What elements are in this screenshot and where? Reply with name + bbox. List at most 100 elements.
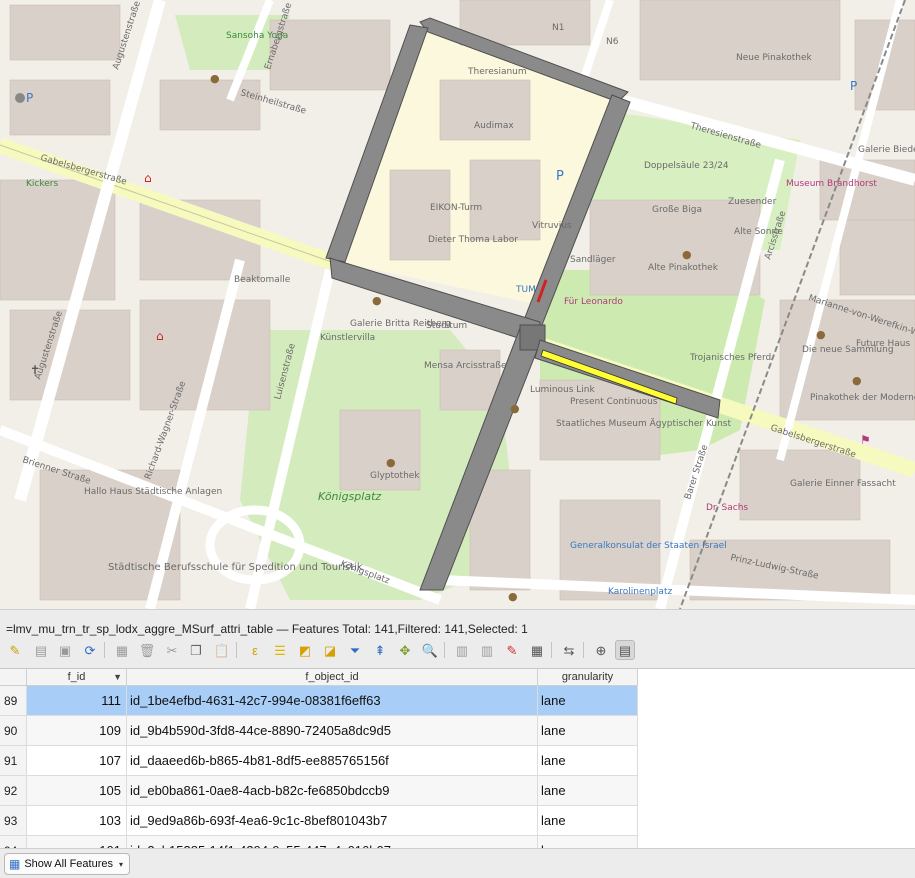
- cell-f-object-id[interactable]: id_9ed9a86b-693f-4ea6-9c1c-8bef801043b7: [127, 806, 538, 836]
- map-label-sandaeger: Sandläger: [570, 255, 616, 265]
- svg-text:●: ●: [510, 402, 520, 415]
- column-header-granularity-label: granularity: [561, 671, 614, 683]
- svg-text:✝: ✝: [30, 363, 40, 377]
- cell-granularity[interactable]: lane: [538, 776, 638, 806]
- reload-icon[interactable]: ⟳: [80, 640, 100, 660]
- pencil-icon[interactable]: ✎: [5, 640, 25, 660]
- table-row[interactable]: 89 111 id_1be4efbd-4631-42c7-994e-08381f…: [0, 686, 915, 716]
- row-number[interactable]: 93: [0, 806, 27, 836]
- column-header-f-id[interactable]: f_id ▼: [27, 669, 127, 686]
- svg-text:⌂: ⌂: [144, 171, 152, 185]
- map-label-kickers: Kickers: [26, 179, 58, 189]
- copy-icon[interactable]: ❐: [186, 640, 206, 660]
- move-to-top-icon[interactable]: ⇞: [370, 640, 390, 660]
- map-label-theresianum: Theresianum: [467, 67, 527, 77]
- conditional-format-icon[interactable]: ▦: [527, 640, 547, 660]
- map-label-kunstlervilla: Künstlervilla: [320, 333, 375, 343]
- svg-text:●: ●: [816, 328, 826, 341]
- map-label-galerie-einner: Galerie Einner Fassacht: [790, 479, 896, 489]
- form-view-icon[interactable]: ▤: [615, 640, 635, 660]
- svg-text:P: P: [26, 91, 33, 105]
- map-label-museum: Staatliches Museum Ägyptischer Kunst: [556, 418, 731, 429]
- map-label-biedermeier: Galerie Biedermeier: [858, 145, 915, 155]
- expression-select-icon[interactable]: ε: [245, 640, 265, 660]
- cell-granularity[interactable]: lane: [538, 686, 638, 716]
- map-label-hallo: Hallo Haus Städtische Anlagen: [84, 487, 222, 497]
- new-field-icon[interactable]: ▥: [452, 640, 472, 660]
- status-bar: ▦ Show All Features ▾: [0, 848, 915, 878]
- row-number[interactable]: 92: [0, 776, 27, 806]
- attribute-table-toolbar: ✎ ▤ ▣ ⟳ ▦ 🗑 ✂ ❐ 📋 ε ☰ ◩ ◪ ⏷ ⇞ ✥ 🔍 ▥ ▥ ✎ …: [0, 636, 915, 666]
- column-header-f-object-id-label: f_object_id: [305, 671, 359, 683]
- attribute-table: f_id ▼ f_object_id granularity 89 111 id…: [0, 668, 915, 849]
- row-number[interactable]: 91: [0, 746, 27, 776]
- map-label-audimax: Audimax: [474, 121, 514, 131]
- svg-text:●: ●: [372, 294, 382, 307]
- actions-icon[interactable]: ⇆: [559, 640, 579, 660]
- deselect-icon[interactable]: ◪: [320, 640, 340, 660]
- map-label-vitruvius: Vitruvius: [532, 221, 572, 231]
- cell-granularity[interactable]: lane: [538, 746, 638, 776]
- filter-icon[interactable]: ⏷: [345, 640, 365, 660]
- map-label-present: Present Continuous: [570, 397, 658, 407]
- map-label-zuesender: Zuesender: [728, 197, 777, 207]
- table-row[interactable]: 92 105 id_eb0ba861-0ae8-4acb-b82c-fe6850…: [0, 776, 915, 806]
- cell-f-object-id[interactable]: id_1be4efbd-4631-42c7-994e-08381f6eff63: [127, 686, 538, 716]
- row-number[interactable]: 89: [0, 686, 27, 716]
- map-label-n1: N1: [552, 23, 564, 33]
- map-label-neue-pinakothek: Neue Pinakothek: [736, 53, 812, 63]
- field-calculator-icon[interactable]: ✎: [502, 640, 522, 660]
- delete-icon[interactable]: 🗑: [137, 640, 157, 660]
- map-svg: N1 N6 Theresianum Audimax EIKON-Turm Die…: [0, 0, 915, 609]
- cell-granularity[interactable]: lane: [538, 716, 638, 746]
- svg-text:P: P: [850, 79, 857, 93]
- invert-selection-icon[interactable]: ◩: [295, 640, 315, 660]
- map-label-galerie: Galerie Britta Reitberg: [350, 319, 451, 329]
- multi-edit-icon[interactable]: ▤: [31, 640, 51, 660]
- svg-text:●: ●: [210, 72, 220, 85]
- zoom-to-selected-icon[interactable]: 🔍: [420, 640, 440, 660]
- cell-granularity[interactable]: lane: [538, 806, 638, 836]
- svg-text:⚑: ⚑: [860, 433, 871, 447]
- cut-icon[interactable]: ✂: [162, 640, 182, 660]
- cell-f-object-id[interactable]: id_daaeed6b-b865-4b81-8df5-ee885765156f: [127, 746, 538, 776]
- map-label-brandhorst: Museum Brandhorst: [786, 179, 877, 189]
- column-header-f-id-label: f_id: [67, 671, 86, 683]
- paste-icon[interactable]: 📋: [212, 640, 232, 660]
- map-label-glyptothek: Glyptothek: [370, 471, 420, 481]
- map-label-mensa: Mensa Arcisstraße: [424, 361, 507, 371]
- dock-icon[interactable]: ⊕: [591, 640, 611, 660]
- header-corner: [0, 669, 27, 686]
- table-row[interactable]: 90 109 id_9b4b590d-3fd8-44ce-8890-72405a…: [0, 716, 915, 746]
- map-label-doppelsaeule: Doppelsäule 23/24: [644, 161, 729, 171]
- add-feature-icon[interactable]: ▦: [112, 640, 132, 660]
- pan-to-selected-icon[interactable]: ✥: [395, 640, 415, 660]
- table-row[interactable]: 93 103 id_9ed9a86b-693f-4ea6-9c1c-8bef80…: [0, 806, 915, 836]
- map-canvas[interactable]: N1 N6 Theresianum Audimax EIKON-Turm Die…: [0, 0, 915, 609]
- svg-text:P: P: [556, 169, 564, 184]
- map-label-eikon: EIKON-Turm: [430, 203, 482, 213]
- sort-arrow-icon: ▼: [113, 672, 122, 682]
- chevron-down-icon: ▾: [119, 859, 124, 869]
- svg-text:●: ●: [508, 590, 518, 603]
- cell-f-id[interactable]: 109: [27, 716, 127, 746]
- svg-text:●: ●: [852, 374, 862, 387]
- map-label-berufsschule: Städtische Berufsschule für Spedition un…: [108, 562, 363, 573]
- cell-f-object-id[interactable]: id_9b4b590d-3fd8-44ce-8890-72405a8dc9d5: [127, 716, 538, 746]
- svg-text:⌂: ⌂: [156, 329, 164, 343]
- show-all-features-button[interactable]: ▦ Show All Features ▾: [4, 853, 131, 875]
- column-header-f-object-id[interactable]: f_object_id: [127, 669, 538, 686]
- delete-field-icon[interactable]: ▥: [477, 640, 497, 660]
- select-all-icon[interactable]: ☰: [270, 640, 290, 660]
- save-icon[interactable]: ▣: [55, 640, 75, 660]
- cell-f-object-id[interactable]: id_eb0ba861-0ae8-4acb-b82c-fe6850bdccb9: [127, 776, 538, 806]
- row-number[interactable]: 90: [0, 716, 27, 746]
- table-row[interactable]: 91 107 id_daaeed6b-b865-4b81-8df5-ee8857…: [0, 746, 915, 776]
- cell-f-id[interactable]: 103: [27, 806, 127, 836]
- cell-f-id[interactable]: 107: [27, 746, 127, 776]
- attribute-table-title: =lmv_mu_trn_tr_sp_lodx_aggre_MSurf_attri…: [6, 622, 528, 636]
- cell-f-id[interactable]: 111: [27, 686, 127, 716]
- column-header-granularity[interactable]: granularity: [538, 669, 638, 686]
- map-label-trojanisches: Trojanisches Pferd: [689, 353, 771, 363]
- cell-f-id[interactable]: 105: [27, 776, 127, 806]
